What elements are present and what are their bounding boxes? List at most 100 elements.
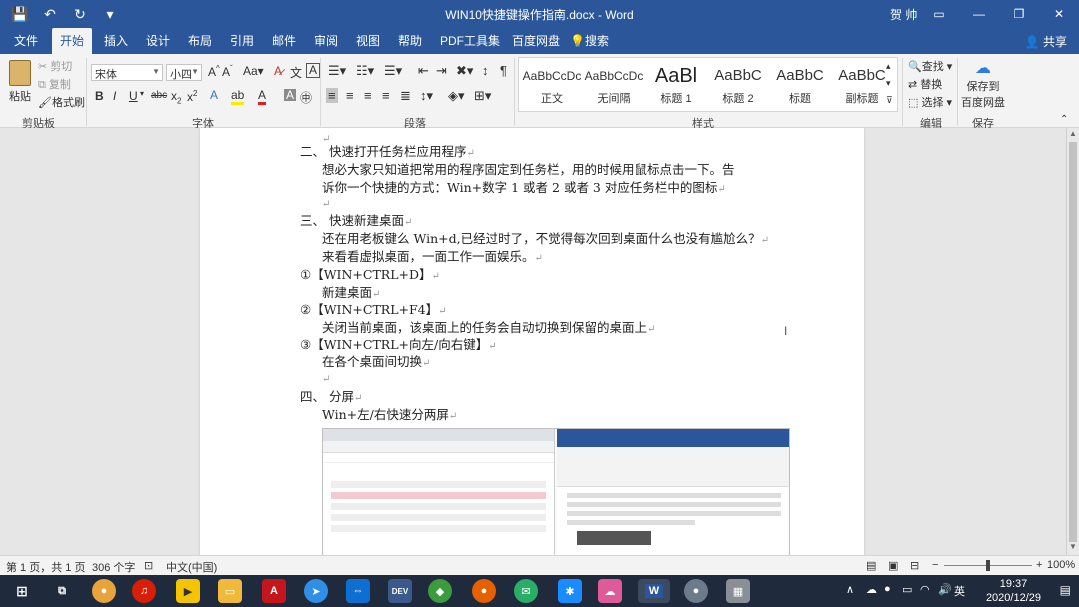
document-page[interactable]: ↵ 二、 快速打开任务栏应用程序↵ 想必大家只知道把常用的程序固定到任务栏，用的… [200, 128, 864, 555]
chrome-icon[interactable]: ● [92, 579, 116, 603]
tab-insert[interactable]: 插入 [104, 32, 128, 49]
format-painter-button[interactable]: 🖌格式刷 [38, 94, 85, 110]
style-title[interactable]: AaBbC 标题 [769, 62, 831, 110]
bold-button[interactable]: B [95, 89, 104, 103]
tab-review[interactable]: 审阅 [314, 32, 338, 49]
style-heading-2[interactable]: AaBbC 标题 2 [707, 62, 769, 110]
tab-layout[interactable]: 布局 [188, 32, 212, 49]
minimize-button[interactable]: — [959, 0, 999, 28]
embedded-screenshot-image[interactable] [322, 428, 790, 555]
share-button[interactable]: 👤 共享 [1025, 33, 1067, 50]
style-normal[interactable]: AaBbCcDc 正文 [521, 62, 583, 110]
restore-button[interactable]: ❐ [999, 0, 1039, 28]
acrobat-icon[interactable]: A [262, 579, 286, 603]
teamviewer-icon[interactable]: ⇔ [346, 579, 370, 603]
tray-app-icon[interactable]: ● [884, 583, 891, 595]
task-view-icon[interactable]: ⧉ [50, 579, 74, 603]
proofing-icon[interactable]: ⊡ [144, 559, 153, 572]
phonetic-guide-icon[interactable]: 文 [290, 64, 302, 81]
tab-search[interactable]: 💡搜索 [570, 32, 609, 49]
style-no-spacing[interactable]: AaBbCcDc 无间隔 [583, 62, 645, 110]
read-mode-icon[interactable]: ▤ [866, 559, 876, 572]
sort-icon[interactable]: ↕ [482, 63, 489, 78]
font-name-combo[interactable]: 宋体 ▼ [91, 64, 163, 81]
grow-font-icon[interactable]: A^ [208, 64, 220, 79]
ime-icon[interactable]: 英 [954, 583, 965, 599]
numbering-icon[interactable]: ☷▾ [356, 63, 374, 79]
language[interactable]: 中文(中国) [166, 559, 217, 575]
styles-more-icon[interactable]: ▴ ▾ ⊽ [886, 58, 893, 109]
enclose-char-icon[interactable]: ㊥ [300, 89, 312, 106]
char-shading-icon[interactable]: A [284, 89, 297, 101]
start-icon[interactable]: ⊞ [10, 579, 34, 603]
vertical-scrollbar[interactable]: ▲ ▼ [1066, 128, 1079, 555]
scroll-thumb[interactable] [1069, 142, 1077, 542]
char-border-icon[interactable]: A [306, 63, 321, 78]
volume-icon[interactable]: 🔊 [938, 583, 952, 596]
wifi-icon[interactable]: ◠ [920, 583, 930, 596]
file-explorer-icon[interactable]: ▭ [218, 579, 242, 603]
justify-icon[interactable]: ≡ [382, 88, 390, 103]
save-to-baidu-button[interactable]: ☁ 保存到 百度网盘 [960, 58, 1006, 110]
show-marks-icon[interactable]: ¶ [500, 63, 507, 78]
distributed-icon[interactable]: ≣ [400, 88, 411, 104]
tray-cloud-icon[interactable]: ☁ [866, 583, 877, 596]
increase-indent-icon[interactable]: ⇥ [436, 63, 447, 79]
tab-view[interactable]: 视图 [356, 32, 380, 49]
print-layout-icon[interactable]: ▣ [888, 559, 898, 572]
highlight-icon[interactable]: ab [231, 88, 245, 105]
word-icon[interactable]: W [638, 579, 670, 603]
subscript-button[interactable]: x2 [171, 89, 181, 105]
tab-help[interactable]: 帮助 [398, 32, 422, 49]
netease-music-icon[interactable]: ♫ [132, 579, 156, 603]
tab-home[interactable]: 开始 [52, 28, 93, 54]
decrease-indent-icon[interactable]: ⇤ [418, 63, 429, 79]
clear-format-icon[interactable]: A̷ [274, 64, 282, 78]
user-name[interactable]: 贺 帅 [890, 6, 917, 23]
word-count[interactable]: 306 个字 [92, 559, 135, 575]
zoom-level[interactable]: 100% [1047, 559, 1075, 571]
zoom-out-icon[interactable]: − [932, 559, 938, 571]
italic-button[interactable]: I [113, 89, 116, 103]
potplayer-icon[interactable]: ▶ [176, 579, 200, 603]
superscript-button[interactable]: x2 [187, 89, 197, 104]
change-case-icon[interactable]: Aa▾ [243, 64, 264, 78]
font-color-icon[interactable]: A [258, 88, 267, 105]
text-effects-icon[interactable]: A [210, 88, 218, 102]
tray-expand-icon[interactable]: ∧ [846, 583, 854, 596]
battery-icon[interactable]: ▭ [902, 583, 912, 596]
find-button[interactable]: 🔍查找 ▾ [908, 58, 952, 74]
app3-icon[interactable]: ▦ [726, 579, 750, 603]
replace-button[interactable]: ⇄ 替换 [908, 76, 942, 92]
clock[interactable]: 19:37 2020/12/29 [986, 577, 1041, 605]
shading-icon[interactable]: ◈▾ [448, 88, 465, 104]
close-button[interactable]: ✕ [1039, 0, 1079, 28]
feishu-icon[interactable]: ➤ [304, 579, 328, 603]
document-canvas[interactable]: ↵ 二、 快速打开任务栏应用程序↵ 想必大家只知道把常用的程序固定到任务栏，用的… [0, 128, 1066, 555]
style-subtitle[interactable]: AaBbC 副标题 [831, 62, 893, 110]
devtools-icon[interactable]: DEV [388, 579, 412, 603]
shrink-font-icon[interactable]: Aˇ [222, 64, 233, 79]
collapse-ribbon-icon[interactable]: ⌃ [1060, 114, 1068, 125]
page-count[interactable]: 第 1 页，共 1 页 [6, 559, 85, 575]
font-size-combo[interactable]: 小四 ▼ [166, 64, 202, 81]
tab-baidu-netdisk[interactable]: 百度网盘 [512, 32, 560, 49]
scroll-down-icon[interactable]: ▼ [1069, 542, 1077, 551]
line-spacing-icon[interactable]: ↕▾ [420, 88, 433, 104]
style-heading-1[interactable]: AaBl 标题 1 [645, 62, 707, 110]
app-icon[interactable]: ◆ [428, 579, 452, 603]
multilevel-list-icon[interactable]: ☰▾ [384, 63, 402, 79]
paste-button[interactable]: 粘贴 [6, 58, 34, 112]
ribbon-display-options-icon[interactable]: ▭ [919, 0, 959, 28]
borders-icon[interactable]: ⊞▾ [474, 88, 491, 104]
align-center-icon[interactable]: ≡ [346, 88, 354, 103]
tab-file[interactable]: 文件 [14, 32, 38, 49]
align-right-icon[interactable]: ≡ [364, 88, 372, 103]
firefox-icon[interactable]: ● [472, 579, 496, 603]
align-left-icon[interactable]: ≡ [326, 88, 338, 103]
strikethrough-button[interactable]: abc [151, 90, 167, 101]
scroll-up-icon[interactable]: ▲ [1069, 129, 1077, 138]
tab-pdf-tools[interactable]: PDF工具集 [440, 32, 500, 49]
zoom-slider-thumb[interactable] [986, 560, 990, 571]
chinese-layout-icon[interactable]: ✖▾ [456, 63, 473, 79]
